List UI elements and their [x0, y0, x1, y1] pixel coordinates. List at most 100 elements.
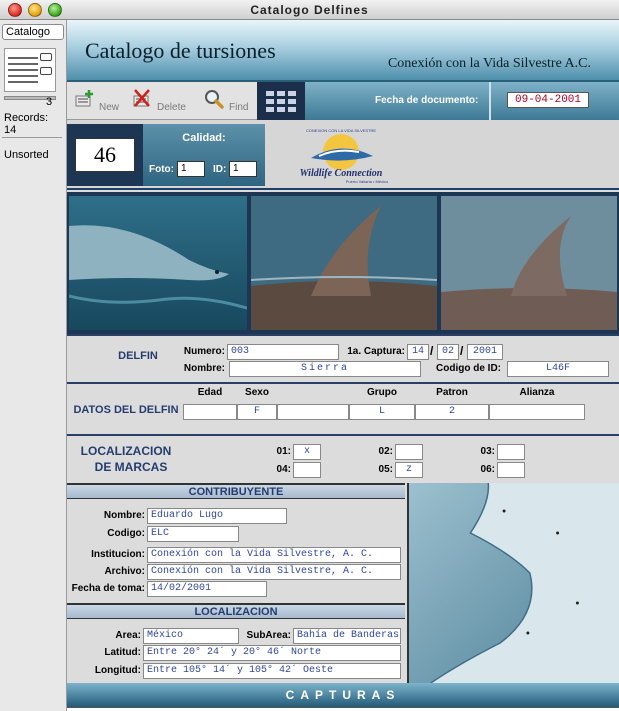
area-label: Area: — [115, 630, 141, 641]
marca-03-label: 03: — [480, 446, 495, 457]
longitud-field[interactable]: Entre 105° 14´ y 105° 42´ Oeste — [143, 663, 401, 679]
marcas-section-title-1: LOCALIZACION — [80, 444, 172, 458]
nombre-label: Nombre: — [183, 363, 225, 374]
archivo-field[interactable]: Conexión con la Vida Silvestre, A. C. — [147, 564, 401, 580]
marca-03-field[interactable] — [497, 444, 525, 460]
subarea-field[interactable]: Bahía de Banderas — [293, 628, 401, 644]
organization-name: Conexión con la Vida Silvestre A.C. — [387, 56, 591, 71]
marca-05-label: 05: — [378, 464, 393, 475]
codigo-id-field[interactable]: L46F — [507, 361, 609, 377]
contribuyente-section-title: CONTRIBUYENTE — [67, 483, 405, 499]
window-titlebar: Catalogo Delfines — [0, 0, 619, 20]
archivo-label: Archivo: — [104, 566, 145, 577]
page-title: Catalogo de tursiones — [85, 38, 276, 63]
edad-header: Edad — [197, 387, 223, 398]
patron-header: Patron — [436, 387, 468, 398]
magnifier-icon — [205, 90, 224, 109]
status-area: Catalogo 3 Records: 14 Unsorted — [0, 20, 67, 711]
area-field[interactable]: México — [143, 628, 239, 644]
first-capture-label: 1a. Captura: — [347, 346, 405, 357]
fecha-toma-field[interactable]: 14/02/2001 — [147, 581, 267, 597]
alianza-header: Alianza — [519, 387, 555, 398]
wildlife-connection-logo: CONEXION CON LA VIDA SILVESTRE Wildlife … — [300, 128, 389, 184]
dorsal-fin-photo-2[interactable] — [441, 196, 617, 330]
localizacion-section-title: LOCALIZACION — [67, 603, 405, 619]
dorsal-fin-photo-1[interactable] — [251, 196, 437, 330]
patron-field[interactable]: 2 — [415, 404, 489, 420]
photo-strip — [67, 192, 619, 334]
sexo-field[interactable]: F — [237, 404, 277, 420]
record-summary-bar: 46 Calidad: Foto: 1 ID: 1 CONEXION CON L… — [67, 120, 619, 190]
logo-bottom-text: Puerto Vallarta • México — [346, 179, 389, 184]
id-quality-label: ID: — [213, 164, 227, 175]
current-record-number[interactable]: 3 — [46, 96, 52, 108]
record-number-box: 46 — [67, 124, 143, 186]
status-divider — [2, 137, 62, 138]
quality-title: Calidad: — [182, 132, 226, 144]
numero-label: Numero: — [183, 346, 225, 357]
datos-section: DATOS DEL DELFIN Edad Sexo Grupo Patron … — [67, 384, 619, 434]
logo-top-text: CONEXION CON LA VIDA SILVESTRE — [306, 128, 377, 133]
latitud-field[interactable]: Entre 20° 24´ y 20° 46´ Norte — [143, 645, 401, 661]
capturas-header: CAPTURAS — [67, 683, 619, 707]
record-book-icon[interactable] — [4, 48, 56, 92]
photo-quality-field[interactable]: 1 — [177, 161, 205, 177]
grid-view-button[interactable] — [257, 82, 305, 120]
new-record-button[interactable]: New — [73, 88, 127, 116]
marca-04-field[interactable] — [293, 462, 321, 478]
marca-05-field[interactable]: z — [395, 462, 423, 478]
area-map[interactable] — [407, 483, 619, 683]
records-count: 14 — [4, 124, 17, 136]
marcas-section-title-2: DE MARCAS — [94, 460, 168, 474]
marca-06-field[interactable] — [497, 462, 525, 478]
new-record-label: New — [99, 102, 120, 113]
quality-panel: Calidad: Foto: 1 ID: 1 — [143, 124, 265, 186]
form-toolbar: New Delete Find Fecha de documento: 09-0… — [67, 82, 619, 120]
numero-field[interactable]: 003 — [227, 344, 339, 360]
marca-02-label: 02: — [378, 446, 393, 457]
latitud-label: Latitud: — [104, 647, 141, 658]
find-label: Find — [229, 102, 249, 113]
datos-spacer-field[interactable] — [277, 404, 349, 420]
grupo-field[interactable]: L — [349, 404, 415, 420]
contrib-nombre-field[interactable]: Eduardo Lugo — [147, 508, 287, 524]
contrib-codigo-field[interactable]: ELC — [147, 526, 239, 542]
capture-year-field[interactable]: 2001 — [467, 344, 503, 360]
layout-select[interactable]: Catalogo — [2, 24, 64, 40]
dolphin-head-photo[interactable] — [69, 196, 247, 330]
delete-record-label: Delete — [157, 102, 186, 113]
logo-text: Wildlife Connection — [300, 168, 383, 179]
document-date-field[interactable]: 09-04-2001 — [507, 92, 589, 108]
record-number-field[interactable]: 46 — [75, 138, 135, 172]
id-quality-field[interactable]: 1 — [229, 161, 257, 177]
marcas-section: LOCALIZACION DE MARCAS 01: x 02: 03: 04:… — [67, 436, 619, 483]
window-title: Catalogo Delfines — [250, 3, 369, 17]
datos-section-title: DATOS DEL DELFIN — [73, 404, 179, 416]
sort-status: Unsorted — [4, 149, 49, 161]
capture-month-field[interactable]: 02 — [437, 344, 459, 360]
contrib-codigo-label: Codigo: — [107, 528, 145, 539]
new-record-icon — [75, 90, 93, 107]
sexo-header: Sexo — [245, 387, 269, 398]
edad-field[interactable] — [183, 404, 237, 420]
longitud-label: Longitud: — [94, 665, 141, 676]
capturas-table — [67, 707, 619, 711]
alianza-field[interactable] — [489, 404, 585, 420]
marca-04-label: 04: — [276, 464, 291, 475]
marca-01-field[interactable]: x — [293, 444, 321, 460]
delfin-section: DELFIN Numero: 003 1a. Captura: 14 / 02 … — [67, 336, 619, 382]
codigo-id-label: Codigo de ID: — [436, 363, 501, 374]
find-button[interactable]: Find — [203, 88, 255, 116]
marca-02-field[interactable] — [395, 444, 423, 460]
document-date-label: Fecha de documento: — [375, 95, 479, 106]
photo-quality-label: Foto: — [149, 164, 174, 175]
institucion-field[interactable]: Conexión con la Vida Silvestre, A. C. — [147, 547, 401, 563]
capture-day-field[interactable]: 14 — [407, 344, 429, 360]
form-header: Catalogo de tursiones Conexión con la Vi… — [67, 20, 619, 82]
nombre-field[interactable]: Sierra — [229, 361, 421, 377]
subarea-label: SubArea: — [246, 630, 291, 641]
document-date-band: Fecha de documento: 09-04-2001 — [305, 82, 619, 120]
fecha-toma-label: Fecha de toma: — [71, 583, 145, 594]
marca-06-label: 06: — [480, 464, 495, 475]
delete-record-button[interactable]: Delete — [131, 88, 197, 116]
